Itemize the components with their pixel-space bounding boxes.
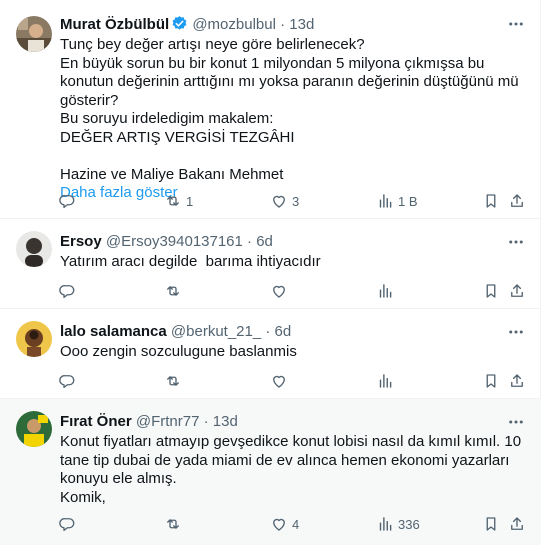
bookmark-icon <box>486 284 496 298</box>
reply-button[interactable] <box>58 191 80 211</box>
tweet-actions <box>58 281 527 301</box>
separator-dot: · <box>265 323 271 340</box>
avatar[interactable] <box>16 231 52 267</box>
author-handle[interactable]: @mozbulbul <box>192 16 276 33</box>
view-count: 1 B <box>398 193 418 209</box>
views-button[interactable]: 336 <box>376 514 420 534</box>
views-button[interactable] <box>376 281 398 301</box>
like-button[interactable] <box>270 371 292 391</box>
tweet-actions: 1 3 1 B <box>58 191 527 211</box>
share-button[interactable] <box>508 371 526 391</box>
heart-icon <box>273 285 285 298</box>
more-options-icon[interactable] <box>507 323 525 341</box>
tweet-text: Konut fiyatları atmayıp gevşedikce konut… <box>60 433 522 506</box>
tweet-text: Yatırım aracı degilde barıma ihtiyacıdır <box>60 253 321 270</box>
view-count: 336 <box>398 516 420 532</box>
separator-dot: · <box>203 413 209 430</box>
tweet-reply[interactable]: lalo salamanca @berkut_21_ · 6d Ooo zeng… <box>0 309 541 399</box>
timestamp[interactable]: 13d <box>213 413 238 430</box>
timestamp[interactable]: 13d <box>289 16 314 33</box>
bookmark-icon <box>486 374 496 388</box>
tweet-actions <box>58 371 527 391</box>
tweet-reply[interactable]: Ersoy @Ersoy3940137161 · 6d Yatırım arac… <box>0 219 541 309</box>
more-options-icon[interactable] <box>507 413 525 431</box>
views-chart-icon <box>379 517 392 531</box>
author-handle[interactable]: @Frtnr77 <box>136 413 200 430</box>
share-icon <box>511 517 523 530</box>
author-name[interactable]: Ersoy <box>60 233 102 250</box>
reply-icon <box>59 285 75 299</box>
reply-button[interactable] <box>58 514 80 534</box>
tweet-text: Tunç bey değer artışı neye göre belirlen… <box>60 36 519 183</box>
tweet-actions: 4 336 <box>58 514 527 534</box>
retweet-button[interactable] <box>164 281 186 301</box>
heart-icon <box>273 518 285 531</box>
heart-icon <box>273 195 285 208</box>
timestamp[interactable]: 6d <box>275 323 292 340</box>
share-button[interactable] <box>508 514 526 534</box>
timestamp[interactable]: 6d <box>256 233 273 250</box>
views-button[interactable]: 1 B <box>376 191 418 211</box>
retweet-icon <box>167 196 179 206</box>
share-icon <box>511 194 523 207</box>
share-button[interactable] <box>508 281 526 301</box>
tweet-text: Ooo zengin sozculugune baslanmis <box>60 343 297 360</box>
retweet-button[interactable] <box>164 371 186 391</box>
bookmark-button[interactable] <box>482 191 500 211</box>
separator-dot: · <box>247 233 253 250</box>
bookmark-icon <box>486 194 496 208</box>
reply-icon <box>59 195 75 209</box>
share-button[interactable] <box>508 191 526 211</box>
bookmark-icon <box>486 517 496 531</box>
reply-button[interactable] <box>58 281 80 301</box>
author-name[interactable]: lalo salamanca <box>60 323 167 340</box>
views-chart-icon <box>379 284 392 298</box>
author-name[interactable]: Fırat Öner <box>60 413 132 430</box>
heart-icon <box>273 375 285 388</box>
tweet-main[interactable]: Murat Özbülbül @mozbulbul · 13d Tunç bey… <box>0 0 541 219</box>
like-button[interactable]: 4 <box>270 514 299 534</box>
share-icon <box>511 374 523 387</box>
share-icon <box>511 284 523 297</box>
author-name[interactable]: Murat Özbülbül <box>60 16 169 33</box>
reply-icon <box>59 375 75 389</box>
avatar[interactable] <box>16 16 52 52</box>
retweet-icon <box>167 376 179 386</box>
views-chart-icon <box>379 374 392 388</box>
tweet-text-block: Tunç bey değer artışı neye göre belirlen… <box>60 36 523 203</box>
views-button[interactable] <box>376 371 398 391</box>
separator-dot: · <box>280 16 286 33</box>
verified-badge-icon <box>171 15 188 37</box>
more-options-icon[interactable] <box>507 15 525 33</box>
tweet-reply[interactable]: Fırat Öner @Frtnr77 · 13d Konut fiyatlar… <box>0 399 541 545</box>
bookmark-button[interactable] <box>482 371 500 391</box>
bookmark-button[interactable] <box>482 514 500 534</box>
like-count: 3 <box>292 193 300 209</box>
author-handle[interactable]: @berkut_21_ <box>171 323 261 340</box>
avatar[interactable] <box>16 411 52 447</box>
retweet-icon <box>167 286 179 296</box>
avatar[interactable] <box>16 321 52 357</box>
retweet-button[interactable] <box>164 514 186 534</box>
reply-thread: Murat Özbülbül @mozbulbul · 13d Tunç bey… <box>0 0 541 545</box>
reply-icon <box>59 518 75 532</box>
like-button[interactable] <box>270 281 292 301</box>
more-options-icon[interactable] <box>507 233 525 251</box>
retweet-icon <box>167 519 179 529</box>
reply-button[interactable] <box>58 371 80 391</box>
bookmark-button[interactable] <box>482 281 500 301</box>
views-chart-icon <box>379 194 392 208</box>
like-button[interactable]: 3 <box>270 191 299 211</box>
retweet-count: 1 <box>186 193 194 209</box>
like-count: 4 <box>292 516 300 532</box>
retweet-button[interactable]: 1 <box>164 191 193 211</box>
author-handle[interactable]: @Ersoy3940137161 <box>106 233 243 250</box>
